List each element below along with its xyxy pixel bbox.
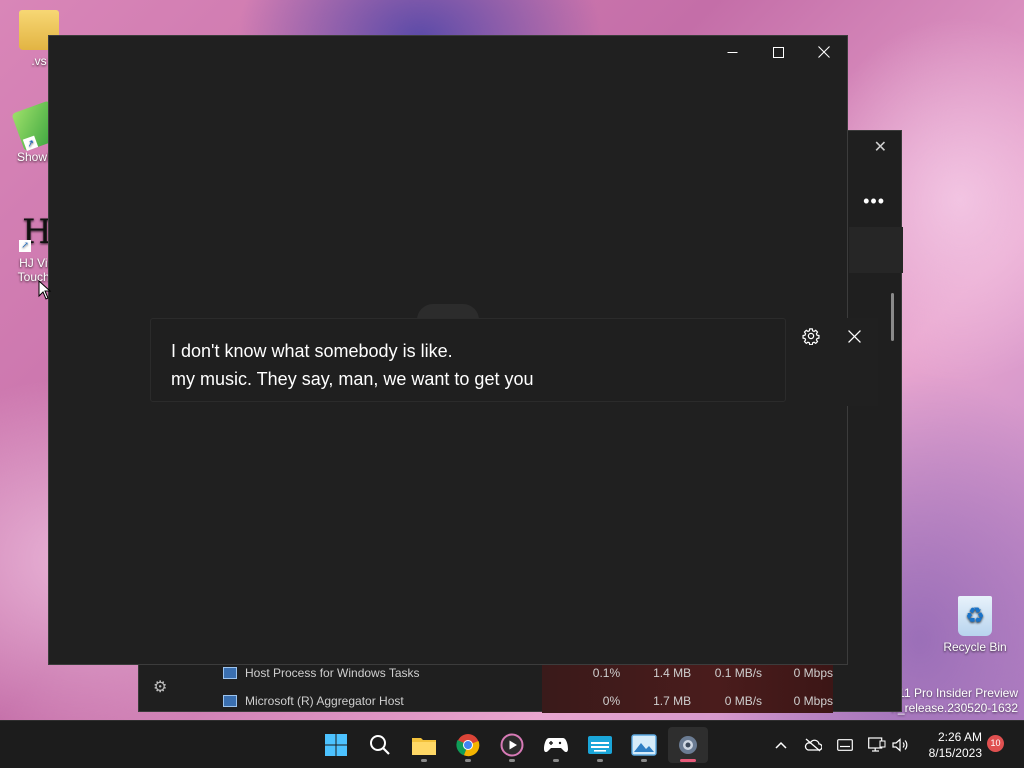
system-clock[interactable]: 2:26 AM 8/15/2023	[918, 729, 982, 761]
process-icon	[223, 667, 237, 679]
close-icon[interactable]	[801, 36, 847, 68]
process-name: Host Process for Windows Tasks	[245, 666, 420, 680]
process-memory: 1.7 MB	[653, 694, 692, 708]
caption-close-icon[interactable]	[834, 318, 874, 354]
running-indicator	[421, 759, 427, 762]
process-disk: 0 MB/s	[724, 694, 763, 708]
live-captions-text-box: I don't know what somebody is like. my m…	[150, 318, 786, 402]
folder-icon	[412, 738, 436, 755]
media-player-icon	[500, 733, 524, 757]
running-indicator	[509, 759, 515, 762]
scrollbar[interactable]	[891, 293, 894, 341]
taskbar-keyboard-app[interactable]	[580, 727, 620, 763]
process-cpu: 0.1%	[592, 666, 621, 680]
desktop-icon-recycle-bin[interactable]: ♻ Recycle Bin	[942, 596, 1008, 654]
search-button[interactable]	[360, 727, 400, 763]
caption-line-2: my music. They say, man, we want to get …	[171, 369, 534, 389]
search-icon	[370, 735, 390, 755]
show-hidden-icons-chevron-up-icon[interactable]	[772, 721, 790, 768]
window-controls	[709, 36, 847, 68]
running-indicator	[553, 759, 559, 762]
network-icon[interactable]	[866, 721, 888, 768]
close-icon[interactable]: ✕	[874, 137, 887, 157]
running-indicator	[597, 759, 603, 762]
process-name: Microsoft (R) Aggregator Host	[245, 694, 404, 708]
process-icon	[223, 695, 237, 707]
taskbar-game-app[interactable]	[536, 727, 576, 763]
running-indicator	[641, 759, 647, 762]
shortcut-arrow-icon: ↗	[22, 135, 39, 151]
maximize-icon[interactable]	[755, 36, 801, 68]
more-options-icon[interactable]: •••	[863, 191, 885, 212]
caption-settings-gear-icon[interactable]	[791, 318, 831, 354]
taskbar: 2:26 AM 8/15/2023	[0, 720, 1024, 768]
start-button[interactable]	[316, 727, 356, 763]
taskbar-chrome[interactable]	[448, 727, 488, 763]
onedrive-offline-icon[interactable]	[802, 721, 824, 768]
watermark-line-2: n_release.230520-1632	[891, 701, 1018, 715]
desktop-icon-label: Recycle Bin	[943, 640, 1007, 654]
windows-build-watermark: 11 Pro Insider Preview n_release.230520-…	[891, 686, 1018, 716]
process-network: 0 Mbps	[793, 694, 833, 708]
chrome-icon	[456, 734, 480, 757]
process-memory: 1.4 MB	[653, 666, 692, 680]
process-disk: 0.1 MB/s	[714, 666, 763, 680]
keyboard-app-icon	[588, 736, 612, 754]
caption-line-1: I don't know what somebody is like.	[171, 341, 453, 361]
taskbar-media-player[interactable]	[492, 727, 532, 763]
keyboard-layout-icon[interactable]	[834, 721, 856, 768]
minimize-icon[interactable]	[709, 36, 755, 68]
settings-icon	[679, 736, 697, 754]
settings-gear-icon[interactable]: ⚙	[153, 677, 167, 697]
process-cpu: 0%	[602, 694, 621, 708]
clock-time: 2:26 AM	[937, 730, 982, 744]
recycle-bin-icon: ♻	[958, 596, 992, 636]
taskbar-file-explorer[interactable]	[404, 727, 444, 763]
photos-icon	[631, 734, 657, 756]
watermark-line-1: 11 Pro Insider Preview	[898, 686, 1018, 700]
taskbar-photos[interactable]	[624, 727, 664, 763]
task-manager-header-band	[849, 227, 903, 273]
process-network: 0 Mbps	[793, 666, 833, 680]
table-row[interactable]: Microsoft (R) Aggregator Host 0% 1.7 MB …	[223, 688, 833, 714]
notification-count-badge[interactable]: 10	[987, 735, 1004, 752]
shortcut-arrow-icon: ↗	[19, 240, 31, 252]
volume-icon[interactable]	[890, 721, 912, 768]
taskbar-settings[interactable]	[668, 727, 708, 763]
game-controller-icon	[544, 738, 568, 753]
running-indicator	[680, 759, 696, 762]
windows-start-icon	[325, 734, 347, 756]
running-indicator	[465, 759, 471, 762]
clock-date: 8/15/2023	[928, 746, 982, 760]
